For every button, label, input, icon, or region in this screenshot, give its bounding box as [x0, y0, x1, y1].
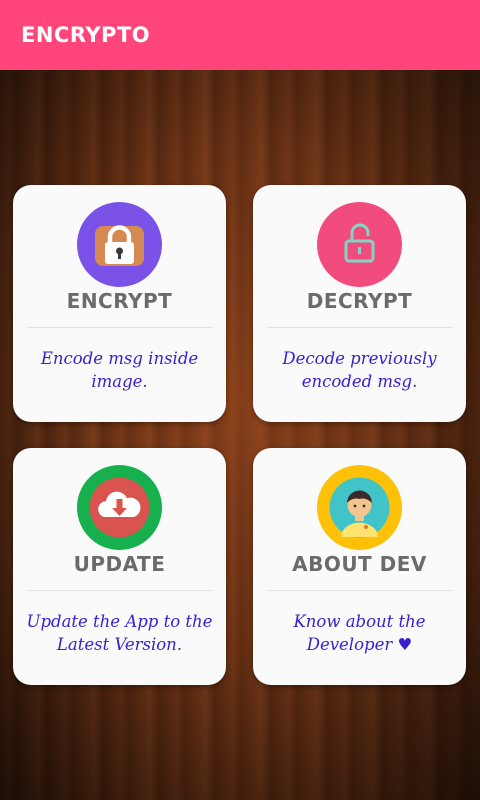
update-label: UPDATE [73, 552, 166, 576]
decrypt-label: DECRYPT [306, 289, 413, 313]
decrypt-description: Decode previously encoded msg. [282, 349, 437, 391]
update-description: Update the App to the Latest Version. [26, 612, 213, 654]
app-title: ENCRYPTO [21, 23, 151, 47]
encrypt-label: ENCRYPT [66, 289, 173, 313]
update-card[interactable]: UPDATE Update the App to the Latest Vers… [13, 448, 226, 685]
divider [27, 590, 213, 591]
lock-open-icon [317, 202, 402, 287]
divider [27, 327, 213, 328]
about-dev-label: ABOUT DEV [292, 552, 427, 576]
heart-icon: ♥ [397, 635, 413, 654]
developer-avatar-icon [317, 465, 402, 550]
app-bar: ENCRYPTO [0, 0, 480, 70]
lock-closed-icon [77, 202, 162, 287]
about-dev-card[interactable]: ABOUT DEV Know about the Developer ♥ [253, 448, 466, 685]
decrypt-card[interactable]: DECRYPT Decode previously encoded msg. [253, 185, 466, 422]
divider [267, 590, 453, 591]
wood-background [0, 70, 480, 800]
about-dev-description: Know about the Developer ♥ [263, 610, 456, 656]
encrypt-card[interactable]: ENCRYPT Encode msg inside image. [13, 185, 226, 422]
divider [267, 327, 453, 328]
cloud-download-icon [77, 465, 162, 550]
encrypt-description: Encode msg inside image. [40, 349, 199, 391]
